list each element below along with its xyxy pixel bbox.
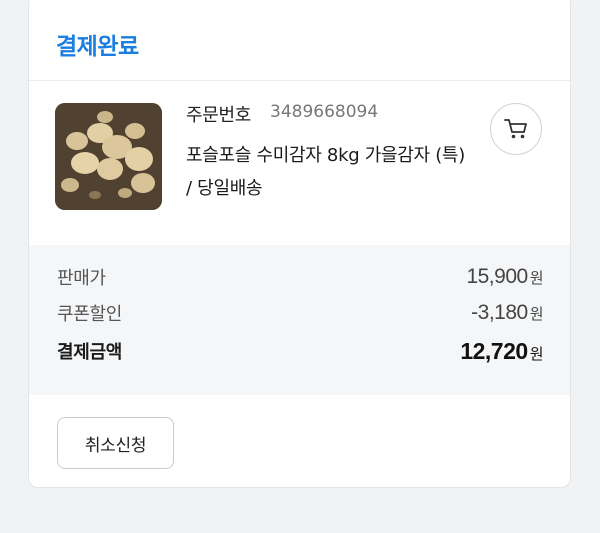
coupon-row: 쿠폰할인 -3,180 원 xyxy=(57,298,544,328)
coupon-value: -3,180 원 xyxy=(471,301,543,324)
cart-icon xyxy=(504,119,527,139)
sale-price-value: 15,900 원 xyxy=(466,265,543,288)
product-name[interactable]: 포슬포슬 수미감자 8kg 가을감자 (특) / 당일배송 xyxy=(186,139,476,205)
order-card: 결제완료 주문번호 3489668094 포슬포슬 수미감자 8kg 가을감자 … xyxy=(28,0,571,488)
potato-image xyxy=(55,103,162,210)
coupon-label: 쿠폰할인 xyxy=(57,304,123,325)
order-status-row: 결제완료 xyxy=(29,0,570,81)
order-status: 결제완료 xyxy=(56,34,139,60)
order-number: 3489668094 xyxy=(270,102,379,122)
payment-summary: 판매가 15,900 원 쿠폰할인 -3,180 원 결제금액 12,720 원 xyxy=(29,245,570,395)
cancel-request-button[interactable]: 취소신청 xyxy=(57,417,174,469)
product-section: 주문번호 3489668094 포슬포슬 수미감자 8kg 가을감자 (특) /… xyxy=(29,81,570,245)
total-value: 12,720 원 xyxy=(460,337,543,364)
total-label: 결제금액 xyxy=(57,342,123,363)
product-image[interactable] xyxy=(55,103,162,210)
order-number-label: 주문번호 xyxy=(186,105,252,126)
add-to-cart-button[interactable] xyxy=(490,103,542,155)
sale-price-label: 판매가 xyxy=(57,268,106,289)
total-row: 결제금액 12,720 원 xyxy=(57,336,544,366)
sale-price-row: 판매가 15,900 원 xyxy=(57,262,544,292)
